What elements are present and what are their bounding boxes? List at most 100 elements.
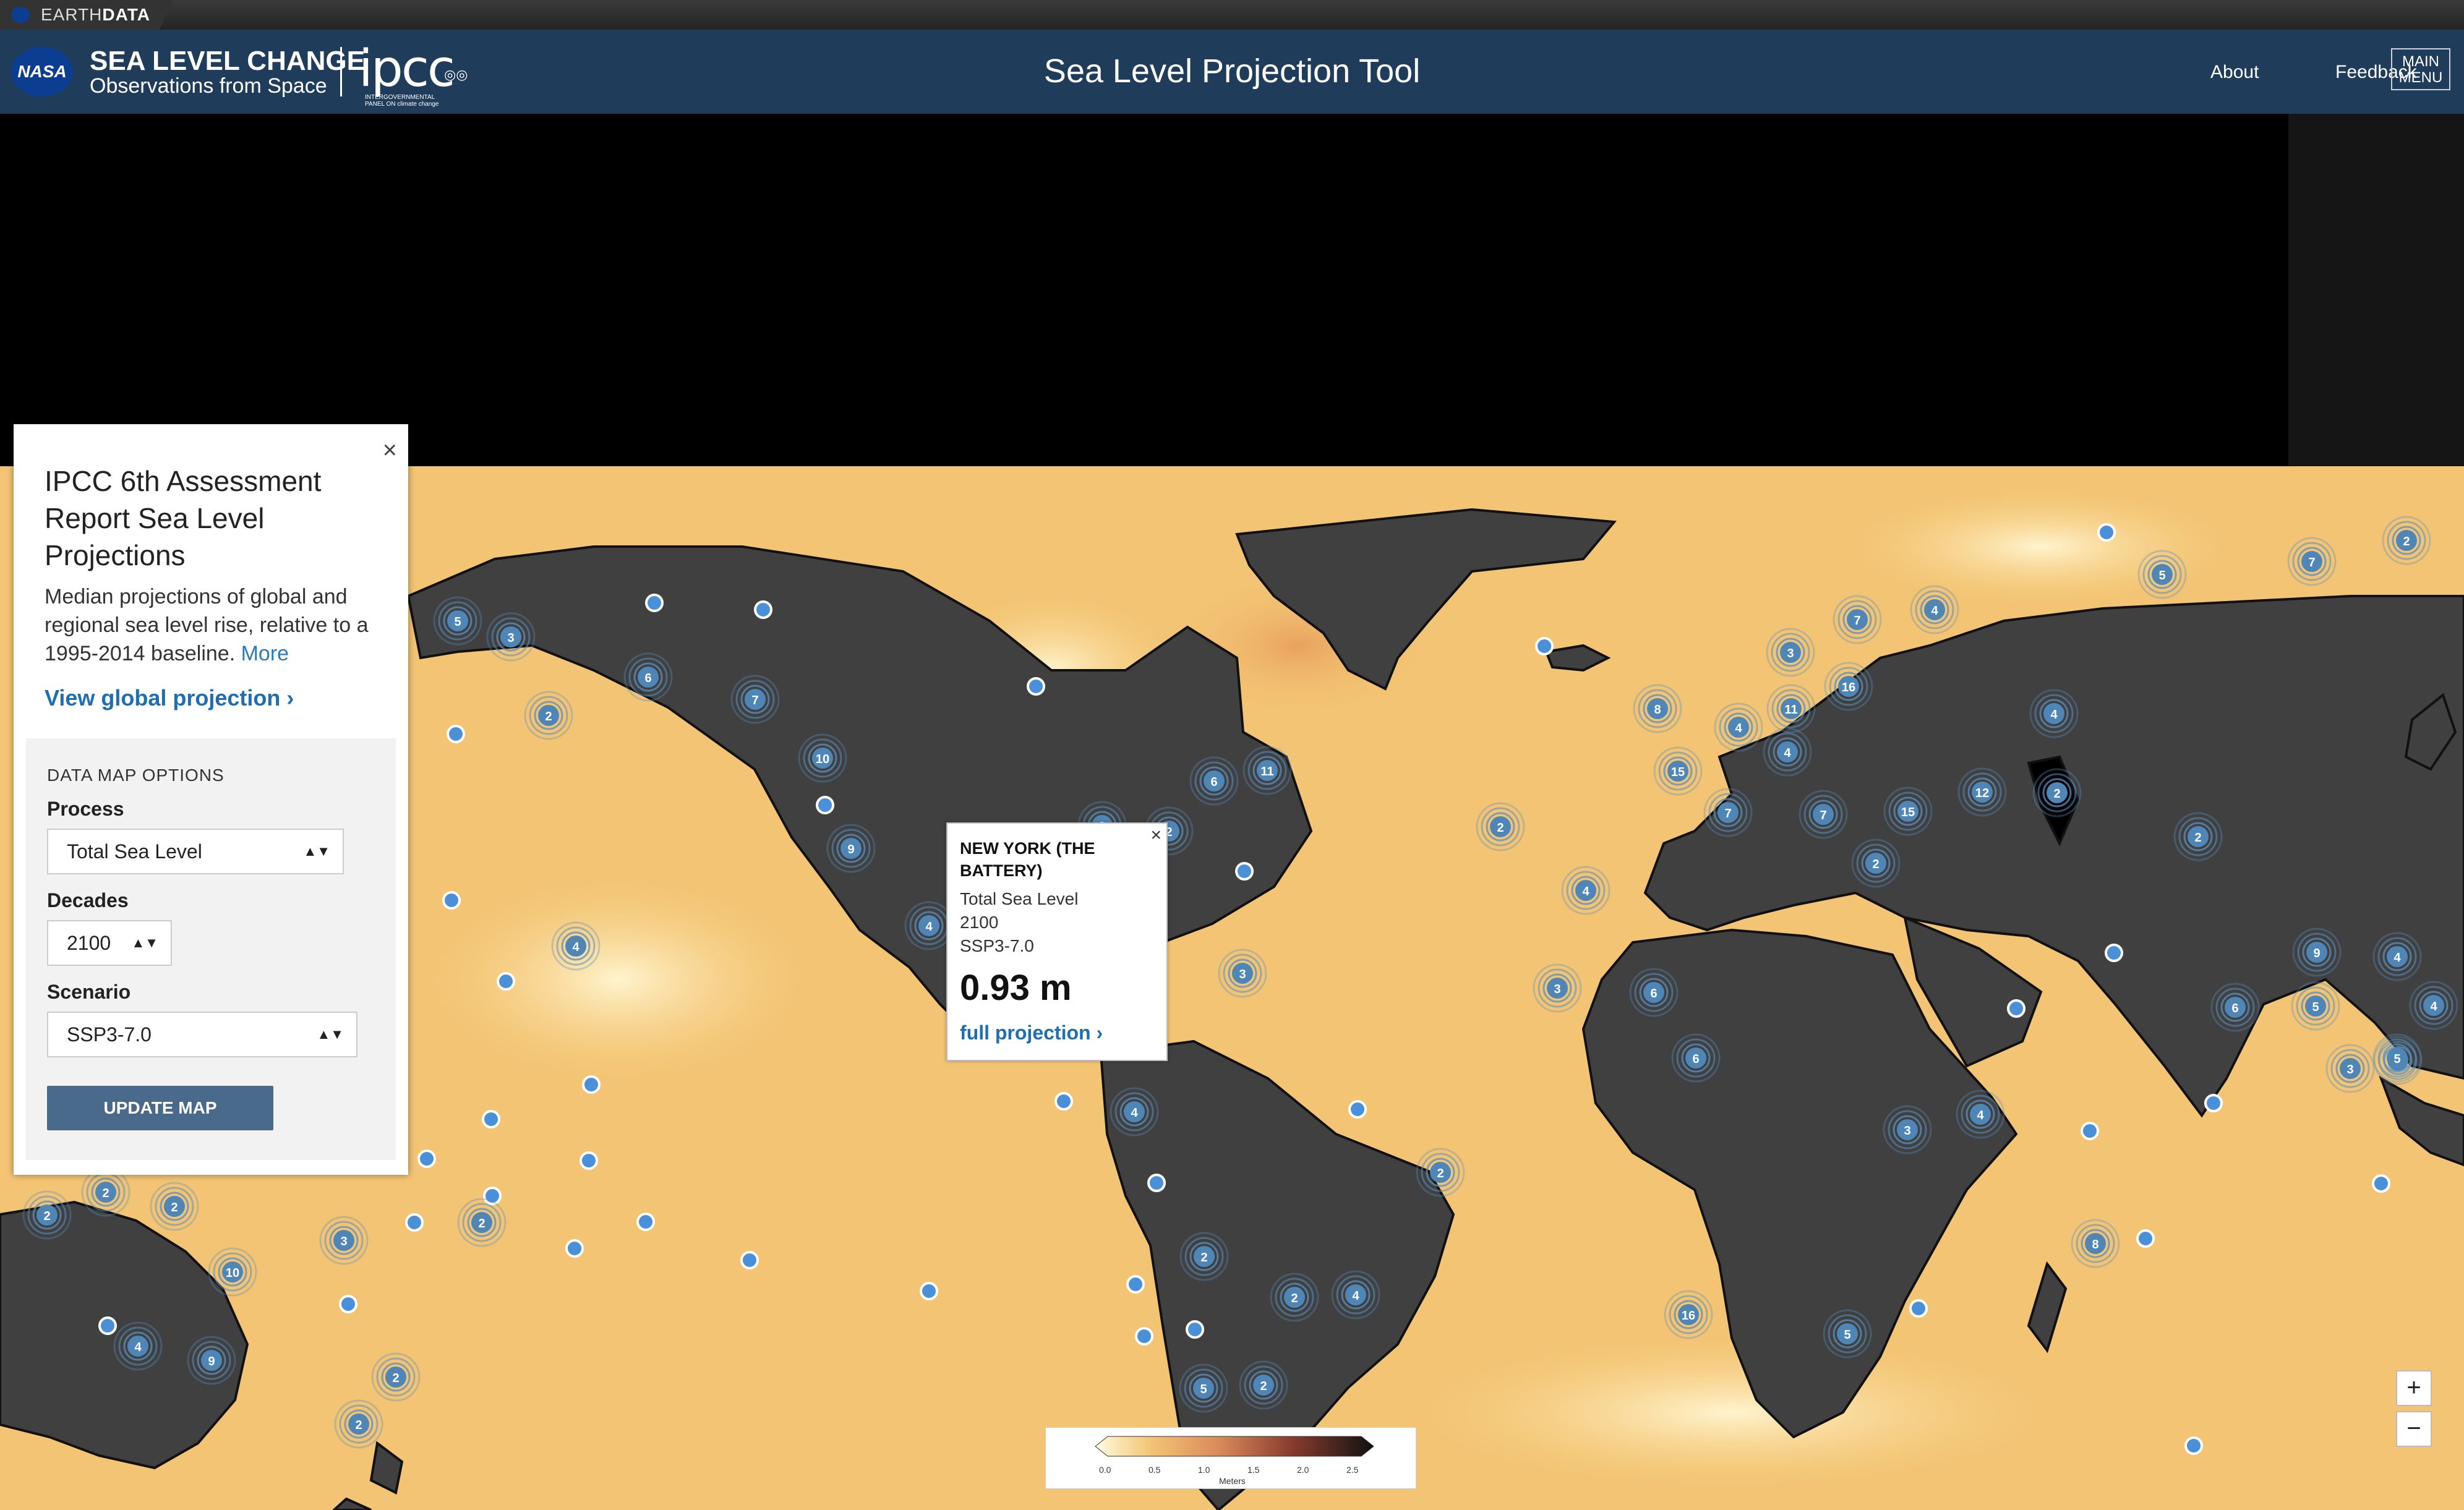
station-marker[interactable] xyxy=(417,1150,436,1168)
station-marker[interactable] xyxy=(1147,1174,1166,1192)
cluster-count: 2 xyxy=(43,1209,50,1223)
update-map-button[interactable]: UPDATE MAP xyxy=(47,1086,273,1130)
cluster-count: 2 xyxy=(2194,831,2201,845)
cluster-count: 3 xyxy=(1554,983,1560,996)
station-marker[interactable] xyxy=(2007,999,2026,1018)
station-marker[interactable] xyxy=(1054,1092,1073,1111)
cluster-count: 2 xyxy=(1260,1380,1267,1393)
station-marker[interactable] xyxy=(2184,1436,2203,1455)
station-marker[interactable] xyxy=(2204,1094,2223,1112)
cluster-count: 4 xyxy=(572,941,580,954)
cluster-count: 4 xyxy=(1131,1106,1138,1120)
station-marker[interactable] xyxy=(580,1151,598,1170)
legend-tick: 0.5 xyxy=(1149,1465,1161,1475)
station-marker[interactable] xyxy=(2097,523,2116,542)
station-marker[interactable] xyxy=(447,725,465,743)
cluster-count: 5 xyxy=(1844,1328,1850,1342)
station-marker[interactable] xyxy=(740,1251,759,1269)
cluster-count: 4 xyxy=(1931,604,1938,618)
select-arrows-icon: ▲▼ xyxy=(303,843,330,859)
station-marker[interactable] xyxy=(442,891,461,910)
station-marker[interactable] xyxy=(2372,1174,2390,1193)
cluster-count: 3 xyxy=(340,1235,347,1248)
cluster-count: 9 xyxy=(208,1355,215,1368)
station-marker[interactable] xyxy=(2136,1229,2155,1248)
cluster-count: 15 xyxy=(1671,766,1685,779)
more-link[interactable]: More xyxy=(241,642,289,665)
station-marker[interactable] xyxy=(1909,1299,1928,1318)
station-marker[interactable] xyxy=(636,1213,655,1231)
cluster-count: 12 xyxy=(1975,787,1989,800)
station-marker[interactable] xyxy=(98,1316,117,1335)
station-marker[interactable] xyxy=(1348,1100,1367,1119)
cluster-count: 2 xyxy=(102,1187,109,1200)
popup-location: NEW YORK (THE BATTERY) xyxy=(960,839,1095,880)
scenario-value: SSP3-7.0 xyxy=(67,1023,152,1046)
legend-tick: 0.0 xyxy=(1099,1465,1111,1475)
zoom-out-button[interactable]: − xyxy=(2396,1411,2432,1447)
station-marker[interactable] xyxy=(1535,637,1554,655)
cluster-count: 2 xyxy=(2053,787,2060,801)
cluster-count: 16 xyxy=(1842,681,1855,694)
station-marker[interactable] xyxy=(1126,1275,1145,1294)
station-marker[interactable] xyxy=(645,594,664,612)
nav-about-link[interactable]: About xyxy=(2210,62,2259,83)
cluster-count: 4 xyxy=(2050,708,2058,722)
decades-select[interactable]: 2100 ▲▼ xyxy=(47,920,172,966)
cluster-count: 2 xyxy=(355,1418,362,1432)
scenario-label: Scenario xyxy=(47,981,131,1003)
options-heading: DATA MAP OPTIONS xyxy=(47,766,225,785)
process-select[interactable]: Total Sea Level ▲▼ xyxy=(47,829,344,874)
panel-description: Median projections of global and regiona… xyxy=(45,582,391,668)
popup-process: Total Sea Level xyxy=(960,889,1079,908)
cluster-count: 11 xyxy=(1260,765,1273,778)
cluster-count: 4 xyxy=(925,920,933,934)
station-marker[interactable] xyxy=(339,1295,357,1313)
cluster-count: 7 xyxy=(2308,556,2315,569)
color-legend: 0.0 0.5 1.0 1.5 2.0 2.5 Meters xyxy=(1045,1427,1416,1489)
station-marker[interactable] xyxy=(1186,1320,1204,1339)
decades-label: Decades xyxy=(47,889,129,911)
legend-tick: 1.5 xyxy=(1247,1465,1260,1475)
process-label: Process xyxy=(47,798,124,820)
cluster-count: 9 xyxy=(847,843,854,856)
main-menu-line1: MAIN xyxy=(2402,53,2439,70)
station-marker[interactable] xyxy=(497,972,515,991)
cluster-count: 2 xyxy=(545,710,552,723)
panel-close-icon[interactable]: × xyxy=(383,438,397,463)
cluster-count: 11 xyxy=(1784,703,1797,717)
cluster-count: 4 xyxy=(2393,951,2401,965)
cluster-count: 4 xyxy=(134,1341,142,1354)
cluster-count: 2 xyxy=(1497,821,1504,835)
cluster-count: 7 xyxy=(1854,614,1860,628)
station-marker[interactable] xyxy=(816,796,834,814)
popup-close-icon[interactable]: × xyxy=(1150,825,1161,846)
cluster-count: 3 xyxy=(1904,1124,1910,1138)
station-marker[interactable] xyxy=(582,1075,601,1094)
station-marker[interactable] xyxy=(482,1110,500,1128)
legend-tick: 1.0 xyxy=(1198,1465,1210,1475)
cluster-count: 6 xyxy=(1210,775,1217,789)
cluster-count: 4 xyxy=(1784,746,1791,760)
full-projection-link[interactable]: full projection › xyxy=(960,1022,1103,1044)
cluster-count: 7 xyxy=(1820,809,1826,822)
station-marker[interactable] xyxy=(2081,1122,2099,1140)
station-marker[interactable] xyxy=(1027,677,1045,696)
panel-description-text: Median projections of global and regiona… xyxy=(45,585,369,665)
cluster-count: 2 xyxy=(1437,1167,1444,1180)
station-marker[interactable] xyxy=(1235,862,1254,881)
scenario-select[interactable]: SSP3-7.0 ▲▼ xyxy=(47,1012,357,1057)
main-menu-button[interactable]: MAIN MENU xyxy=(2391,48,2450,90)
cluster-count: 4 xyxy=(1735,722,1742,735)
station-marker[interactable] xyxy=(565,1239,584,1258)
global-projection-link[interactable]: View global projection › xyxy=(45,685,294,711)
station-marker[interactable] xyxy=(1135,1327,1153,1346)
legend-tick: 2.0 xyxy=(1297,1465,1309,1475)
station-marker[interactable] xyxy=(405,1213,424,1232)
station-marker[interactable] xyxy=(920,1282,938,1300)
earthdata-tab[interactable]: EARTHDATA xyxy=(0,0,173,30)
station-marker[interactable] xyxy=(2105,944,2123,962)
cluster-count: 2 xyxy=(478,1217,485,1231)
station-marker[interactable] xyxy=(754,600,772,619)
zoom-in-button[interactable]: + xyxy=(2396,1370,2432,1406)
